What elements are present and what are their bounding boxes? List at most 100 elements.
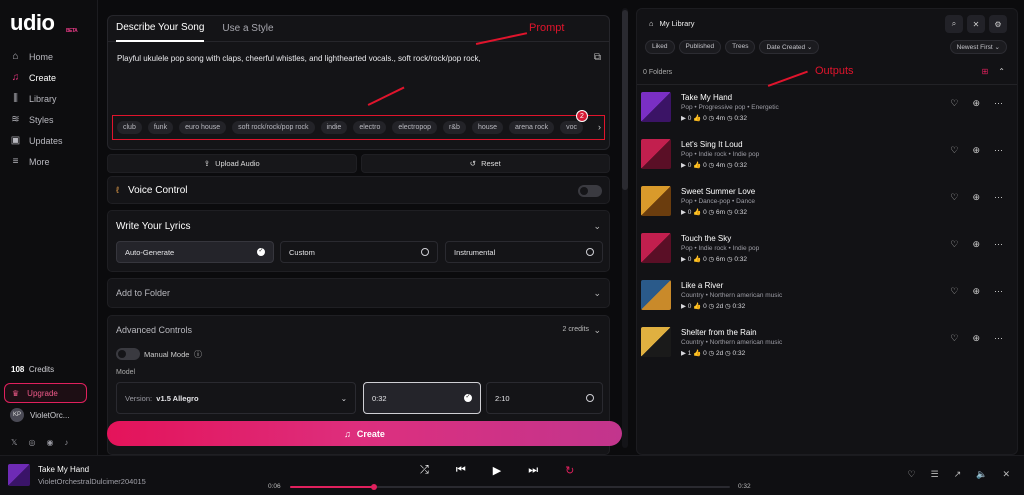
tag-chip[interactable]: euro house: [179, 121, 227, 134]
tab-use-style[interactable]: Use a Style: [222, 16, 273, 42]
play-icon[interactable]: ▶: [493, 464, 501, 477]
more-icon[interactable]: ⋯: [994, 98, 1003, 109]
lyrics-option-instrumental[interactable]: Instrumental: [445, 241, 603, 263]
more-icon[interactable]: ⋯: [994, 192, 1003, 203]
lyrics-option-custom[interactable]: Custom: [280, 241, 438, 263]
folders-count[interactable]: 0 Folders: [643, 69, 672, 76]
add-icon[interactable]: ⊕: [972, 98, 980, 109]
player-title[interactable]: Take My Hand: [38, 465, 89, 474]
tag-chip[interactable]: r&b: [443, 121, 466, 134]
volume-icon[interactable]: 🔈: [976, 469, 987, 480]
heart-icon[interactable]: ♡: [950, 286, 958, 297]
chevron-up-icon[interactable]: ⌃: [998, 67, 1005, 76]
voice-control-toggle[interactable]: [578, 185, 602, 197]
next-icon[interactable]: ⏭: [528, 464, 538, 477]
upgrade-button[interactable]: ♛ Upgrade: [4, 383, 87, 403]
lyrics-option-auto[interactable]: Auto-Generate: [116, 241, 274, 263]
sidebar-item-more[interactable]: ≡ More: [10, 151, 92, 172]
more-icon[interactable]: ⋯: [994, 239, 1003, 250]
song-row[interactable]: Take My Hand Pop • Progressive pop • Ener…: [641, 88, 1013, 130]
song-artwork[interactable]: [641, 327, 671, 357]
filter-chip[interactable]: Trees: [725, 40, 756, 54]
gear-icon[interactable]: ⚙: [989, 15, 1007, 33]
chevron-right-icon[interactable]: ›: [598, 122, 601, 132]
instagram-icon[interactable]: ◎: [28, 438, 35, 447]
create-button[interactable]: ♫ Create: [107, 421, 622, 446]
duration-option-long[interactable]: 2:10: [486, 382, 603, 414]
tag-chip[interactable]: voc: [560, 121, 584, 134]
add-to-folder-section[interactable]: Add to Folder ⌄: [107, 278, 610, 308]
scrollbar-thumb[interactable]: [622, 10, 628, 190]
sidebar-item-create[interactable]: ♫ Create: [10, 67, 92, 88]
song-row[interactable]: Let's Sing It Loud Pop • Indie rock • Ind…: [641, 135, 1013, 177]
close-icon[interactable]: ✕: [1002, 469, 1010, 480]
tag-chip[interactable]: funk: [147, 121, 174, 134]
song-artwork[interactable]: [641, 280, 671, 310]
progress-bar[interactable]: [290, 484, 730, 490]
reset-button[interactable]: ↺ Reset: [360, 154, 610, 173]
previous-icon[interactable]: ⏮: [456, 464, 466, 477]
song-title[interactable]: Take My Hand: [681, 93, 732, 102]
song-artwork[interactable]: [641, 139, 671, 169]
heart-icon[interactable]: ♡: [950, 333, 958, 344]
heart-icon[interactable]: ♡: [950, 192, 958, 203]
search-icon[interactable]: ⌕: [945, 15, 963, 33]
sort-select[interactable]: Newest First ⌄: [949, 40, 1007, 54]
chevron-down-icon[interactable]: ⌄: [593, 221, 601, 232]
tag-chip[interactable]: soft rock/rock/pop rock: [232, 121, 315, 134]
player-artist[interactable]: VioletOrchestralDulcimer204015: [38, 477, 146, 486]
filter-chip[interactable]: Published: [678, 40, 722, 54]
info-icon[interactable]: ⓘ: [194, 349, 202, 360]
more-icon[interactable]: ⋯: [994, 286, 1003, 297]
tag-chip[interactable]: electro: [353, 121, 387, 134]
add-icon[interactable]: ⊕: [972, 286, 980, 297]
add-icon[interactable]: ⊕: [972, 239, 980, 250]
song-artwork[interactable]: [641, 92, 671, 122]
song-artwork[interactable]: [641, 233, 671, 263]
song-title[interactable]: Like a River: [681, 281, 723, 290]
song-row[interactable]: Like a River Country • Northern american …: [641, 276, 1013, 318]
duration-option-short[interactable]: 0:32: [363, 382, 481, 414]
chevron-down-icon[interactable]: ⌄: [593, 325, 601, 336]
add-icon[interactable]: ⊕: [972, 145, 980, 156]
filter-chip[interactable]: Liked: [645, 40, 675, 54]
tab-describe-song[interactable]: Describe Your Song: [116, 16, 205, 42]
sidebar-item-updates[interactable]: ▣ Updates: [10, 130, 92, 151]
repeat-icon[interactable]: ↻: [565, 464, 574, 477]
copy-icon[interactable]: ⧉: [594, 52, 601, 63]
song-row[interactable]: Shelter from the Rain Country • Northern …: [641, 323, 1013, 365]
discord-icon[interactable]: ◉: [46, 438, 53, 447]
tag-chip[interactable]: house: [471, 121, 504, 134]
shuffle-icon[interactable]: ⤮: [420, 464, 429, 477]
add-icon[interactable]: ⊕: [972, 333, 980, 344]
heart-icon[interactable]: ♡: [908, 469, 916, 480]
tiktok-icon[interactable]: ♪: [64, 438, 68, 447]
more-icon[interactable]: ⋯: [994, 145, 1003, 156]
voice-control-section[interactable]: ℓ Voice Control: [107, 176, 610, 204]
song-row[interactable]: Touch the Sky Pop • Indie rock • Indie po…: [641, 229, 1013, 271]
model-version-select[interactable]: Version: v1.5 Allegro ⌄: [116, 382, 356, 414]
heart-icon[interactable]: ♡: [950, 98, 958, 109]
song-title[interactable]: Shelter from the Rain: [681, 328, 757, 337]
tag-chip[interactable]: arena rock: [509, 121, 555, 134]
song-title[interactable]: Sweet Summer Love: [681, 187, 755, 196]
queue-icon[interactable]: ☰: [931, 469, 939, 480]
sidebar-item-library[interactable]: ⫼ Library: [10, 88, 92, 109]
prompt-input[interactable]: Playful ukulele pop song with claps, che…: [117, 54, 537, 63]
sidebar-item-home[interactable]: ⌂ Home: [10, 46, 92, 67]
upload-audio-button[interactable]: ⇪ Upload Audio: [107, 154, 357, 173]
heart-icon[interactable]: ♡: [950, 239, 958, 250]
player-artwork[interactable]: [8, 464, 30, 486]
tag-chip[interactable]: club: [117, 121, 142, 134]
song-title[interactable]: Let's Sing It Loud: [681, 140, 743, 149]
add-icon[interactable]: ⊕: [972, 192, 980, 203]
x-icon[interactable]: 𝕏: [11, 438, 17, 447]
manual-mode-toggle[interactable]: [116, 348, 140, 360]
song-row[interactable]: Sweet Summer Love Pop • Dance-pop • Dance…: [641, 182, 1013, 224]
create-scrollbar[interactable]: [622, 8, 628, 448]
song-artwork[interactable]: [641, 186, 671, 216]
new-folder-icon[interactable]: ⊞: [982, 67, 989, 76]
tag-chip[interactable]: electropop: [392, 121, 438, 134]
filter-chip[interactable]: Date Created ⌄: [759, 40, 820, 54]
heart-icon[interactable]: ♡: [950, 145, 958, 156]
